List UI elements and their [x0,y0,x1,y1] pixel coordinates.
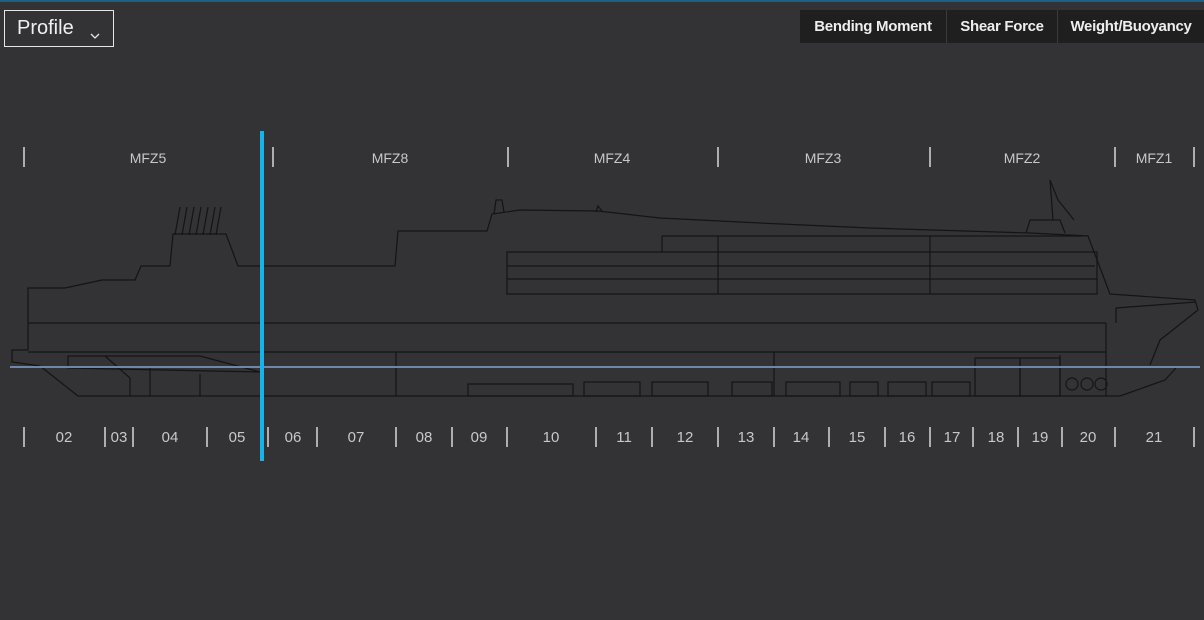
frame-label: 16 [898,429,916,446]
frame-label: 11 [616,429,632,446]
frame-dividers [23,427,1195,447]
frame-label: 08 [415,429,433,446]
zone-label-mfz4: MFZ4 [593,150,631,166]
frame-label: 05 [228,429,246,446]
frame-label: 21 [1145,429,1163,446]
frame-label: 14 [792,429,810,446]
zone-label-mfz1: MFZ1 [1135,150,1173,166]
zone-label-mfz3: MFZ3 [804,150,842,166]
frame-label: 09 [470,429,488,446]
frame-label: 20 [1079,429,1097,446]
zone-label-mfz8: MFZ8 [371,150,409,166]
frame-label: 17 [943,429,961,446]
frame-label: 07 [347,429,365,446]
ship-outline [11,179,1199,397]
ship-profile-drawing [10,147,1200,447]
frame-label: 02 [55,429,73,446]
frame-label: 19 [1031,429,1049,446]
frame-label: 06 [284,429,302,446]
frame-label: 18 [987,429,1005,446]
section-cursor-line[interactable] [260,131,264,461]
frame-label: 03 [110,429,128,446]
frame-label: 12 [676,429,694,446]
frame-label: 13 [737,429,755,446]
frame-label: 15 [848,429,866,446]
frame-label: 10 [542,429,560,446]
zone-label-mfz5: MFZ5 [129,150,167,166]
zone-label-mfz2: MFZ2 [1003,150,1041,166]
frame-label: 04 [161,429,179,446]
